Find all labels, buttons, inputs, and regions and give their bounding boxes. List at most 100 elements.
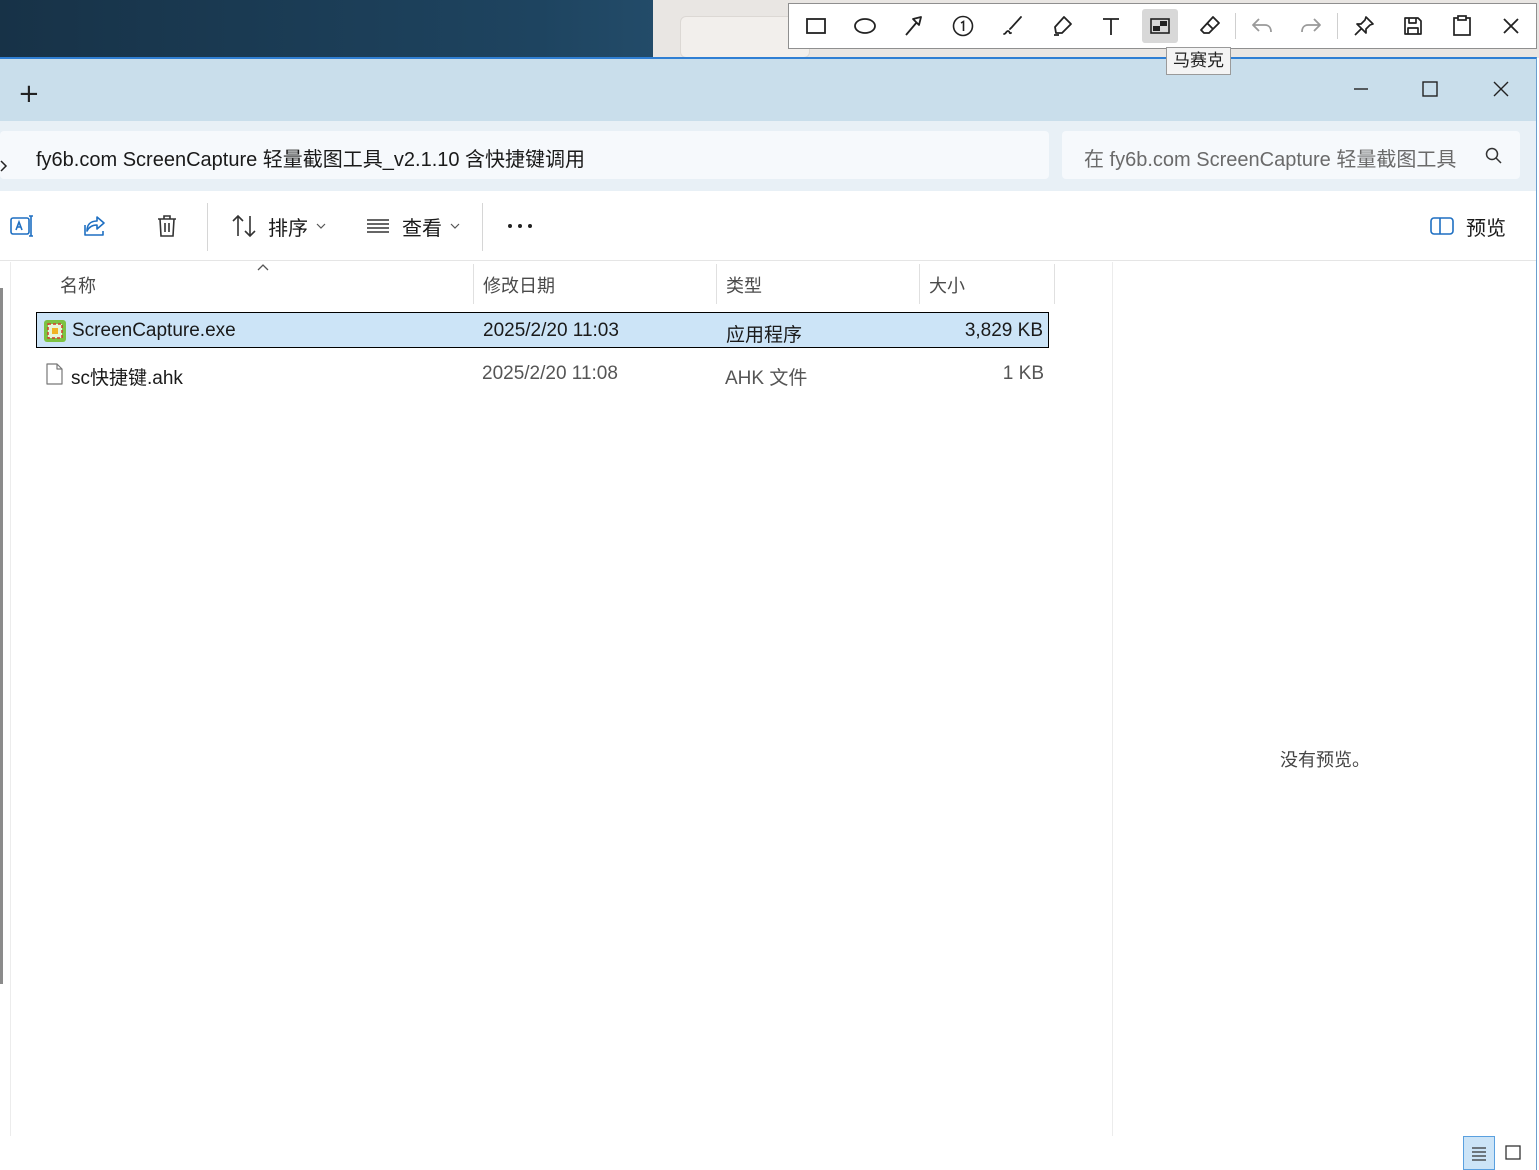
minimize-button[interactable] (1326, 67, 1396, 111)
commandbar-divider (207, 203, 208, 251)
pane-divider (10, 262, 11, 1136)
file-modified: 2025/2/20 11:03 (483, 320, 619, 341)
file-list: 名称 修改日期 类型 大小 ScreenCapture.exe 2025/2/2… (0, 262, 1112, 1136)
close-icon (1493, 81, 1509, 97)
title-bar: + (0, 59, 1536, 121)
save-icon (1403, 17, 1422, 35)
pin-button[interactable] (1339, 4, 1388, 48)
eraser-icon (1199, 16, 1220, 34)
close-capture-button[interactable] (1487, 4, 1536, 48)
view-button[interactable]: 查看 (364, 206, 460, 246)
eraser-tool-button[interactable] (1185, 4, 1234, 48)
rectangle-icon (805, 18, 826, 34)
file-row-sc-ahk-content[interactable]: sc快捷键.ahk 2025/2/20 11:08 AHK 文件 1 KB (36, 356, 1049, 392)
exe-icon (44, 320, 66, 342)
file-type: AHK 文件 (725, 368, 808, 389)
breadcrumb-current-folder[interactable]: fy6b.com ScreenCapture 轻量截图工具_v2.1.10 含快… (36, 143, 585, 172)
new-tab-button[interactable]: + (18, 81, 40, 107)
arrow-tool-button[interactable] (890, 4, 939, 48)
address-bar-row: fy6b.com ScreenCapture 轻量截图工具_v2.1.10 含快… (0, 121, 1536, 191)
search-icon (1485, 147, 1502, 164)
highlighter-icon (1053, 16, 1072, 36)
search-box[interactable]: 在 fy6b.com ScreenCapture 轻量截图工具_v2.1.10 … (1062, 131, 1520, 179)
share-button[interactable] (81, 206, 109, 246)
rectangle-tool-button[interactable] (791, 4, 840, 48)
number-marker-icon (953, 15, 974, 37)
pen-tool-button[interactable] (988, 4, 1037, 48)
sort-label: 排序 (268, 217, 308, 240)
mosaic-icon (1150, 18, 1171, 34)
large-icons-view-button[interactable] (1497, 1136, 1529, 1170)
file-row-screencapture-exe[interactable]: ScreenCapture.exe 2025/2/20 11:03 应用程序 3… (36, 312, 1049, 348)
more-options-button[interactable] (506, 206, 534, 246)
column-header-modified[interactable]: 修改日期 (483, 272, 555, 298)
file-size: 1 KB (1002, 363, 1044, 384)
delete-button[interactable] (153, 206, 181, 246)
column-header-type[interactable]: 类型 (726, 272, 762, 298)
number-tool-button[interactable] (939, 4, 988, 48)
arrow-icon (905, 16, 923, 36)
sort-ascending-icon (257, 264, 269, 271)
ellipse-tool-button[interactable] (840, 4, 889, 48)
undo-icon (1252, 18, 1272, 33)
undo-button[interactable] (1237, 4, 1286, 48)
preview-pane-icon (1430, 217, 1454, 235)
highlighter-tool-button[interactable] (1037, 4, 1086, 48)
copy-to-clipboard-button[interactable] (1437, 4, 1486, 48)
column-header-size[interactable]: 大小 (929, 272, 965, 298)
chevron-down-icon (450, 223, 460, 229)
chevron-right-icon[interactable] (0, 159, 10, 173)
file-size: 3,829 KB (964, 320, 1043, 341)
search-input[interactable]: 在 fy6b.com ScreenCapture 轻量截图工具_v2.1.10 … (1084, 143, 1456, 172)
sort-button[interactable]: 排序 (230, 206, 326, 246)
minimize-icon (1354, 88, 1368, 90)
column-header-name[interactable]: 名称 (60, 272, 96, 298)
details-view-button[interactable] (1463, 1136, 1495, 1170)
column-divider[interactable] (1054, 264, 1055, 304)
maximize-button[interactable] (1395, 67, 1465, 111)
annotation-toolbar (788, 3, 1537, 49)
pin-icon (1353, 16, 1374, 36)
address-bar[interactable]: fy6b.com ScreenCapture 轻量截图工具_v2.1.10 含快… (0, 131, 1049, 179)
mosaic-tooltip: 马赛克 (1166, 47, 1231, 75)
clipboard-icon (1453, 15, 1471, 36)
toolbar-divider (1235, 13, 1237, 39)
redo-button[interactable] (1287, 4, 1336, 48)
rename-button[interactable] (8, 206, 36, 246)
chevron-down-icon (316, 223, 326, 229)
pen-icon (1002, 16, 1022, 35)
close-icon (1503, 18, 1519, 34)
column-divider[interactable] (473, 264, 474, 304)
navigation-pane-scrollbar[interactable] (0, 288, 3, 984)
redo-icon (1301, 18, 1322, 33)
more-icon (508, 224, 532, 228)
rename-icon (10, 215, 33, 237)
commandbar-divider (482, 203, 483, 251)
trash-icon (158, 215, 176, 237)
file-name: ScreenCapture.exe (72, 320, 236, 341)
preview-pane-button[interactable]: 预览 (1428, 206, 1506, 246)
maximize-icon (1422, 81, 1438, 97)
command-bar: 排序 查看 预览 (0, 191, 1536, 261)
mosaic-tool-highlight (1142, 9, 1179, 43)
mosaic-tool-button[interactable] (1136, 4, 1185, 48)
file-icon (46, 363, 63, 385)
window-close-button[interactable] (1466, 67, 1536, 111)
column-divider[interactable] (716, 264, 717, 304)
list-view-icon (367, 219, 389, 233)
details-view-icon (1472, 1147, 1486, 1161)
share-icon (84, 216, 105, 236)
preview-label: 预览 (1466, 217, 1506, 240)
file-modified: 2025/2/20 11:08 (482, 363, 618, 384)
save-button[interactable] (1388, 4, 1437, 48)
view-label: 查看 (402, 217, 442, 240)
ellipse-icon (853, 18, 876, 34)
column-divider[interactable] (919, 264, 920, 304)
no-preview-text: 没有预览。 (1280, 750, 1370, 770)
file-type: 应用程序 (726, 325, 803, 346)
file-explorer-window: + fy6b.com ScreenCapture 轻量截图工具_v2.1.10 … (0, 57, 1537, 1170)
file-name: sc快捷键.ahk (71, 368, 183, 389)
text-icon (1103, 18, 1120, 35)
text-tool-button[interactable] (1087, 4, 1136, 48)
status-bar (0, 1136, 1536, 1170)
